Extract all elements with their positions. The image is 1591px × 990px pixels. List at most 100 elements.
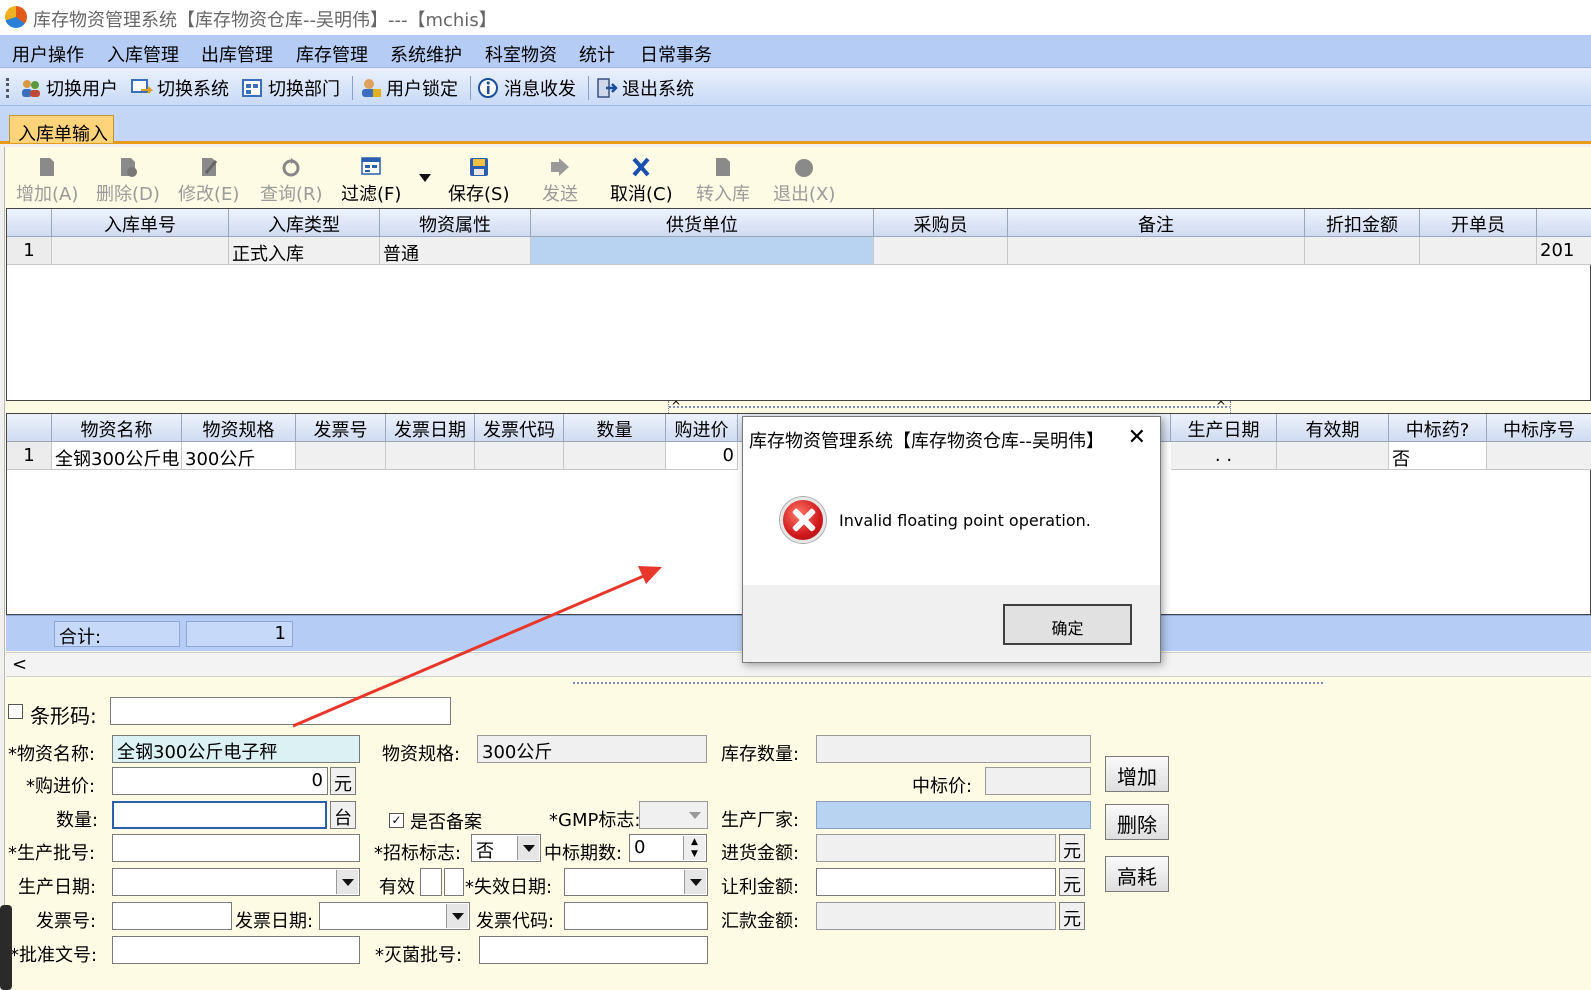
- column-header[interactable]: 数量: [564, 414, 666, 442]
- tab-inbound-entry[interactable]: 入库单输入: [9, 115, 114, 145]
- exit-button[interactable]: 退出(X): [773, 156, 835, 206]
- quantity-input[interactable]: [112, 801, 327, 829]
- query-button[interactable]: 查询(R): [260, 156, 323, 206]
- column-header[interactable]: 中标序号: [1487, 414, 1591, 442]
- table-cell[interactable]: 0: [666, 442, 738, 470]
- discount-amount-input[interactable]: [816, 868, 1056, 896]
- delete-button[interactable]: 删除(D): [96, 156, 160, 206]
- table-cell[interactable]: 300公斤: [182, 442, 296, 470]
- filter-button[interactable]: 过滤(F): [341, 156, 401, 206]
- send-button[interactable]: 发送: [542, 156, 578, 206]
- column-header[interactable]: 发票号: [296, 414, 386, 442]
- table-cell[interactable]: [1277, 442, 1389, 470]
- row-number[interactable]: 1: [7, 237, 52, 265]
- material-name-input[interactable]: 全钢300公斤电子秤: [112, 735, 360, 763]
- edit-button[interactable]: 修改(E): [178, 156, 239, 206]
- lock-user-button[interactable]: 用户锁定: [360, 75, 458, 101]
- bid-period-stepper[interactable]: 0 ▲ ▼: [629, 834, 707, 862]
- purchase-price-input[interactable]: 0: [112, 767, 328, 795]
- splitter-handle[interactable]: [573, 678, 1325, 688]
- column-header[interactable]: 物资名称: [52, 414, 182, 442]
- invoice-no-input[interactable]: [112, 902, 232, 930]
- record-checkbox[interactable]: ✓: [389, 813, 404, 828]
- receipt-grid[interactable]: 入库单号 入库类型 物资属性 供货单位 采购员 备注 折扣金额 开单员 1 正式…: [6, 208, 1591, 401]
- item-add-button[interactable]: 增加: [1105, 756, 1169, 792]
- column-header[interactable]: 物资属性: [380, 209, 531, 237]
- column-header[interactable]: 生产日期: [1171, 414, 1277, 442]
- spin-arrows-icon[interactable]: ▲ ▼: [683, 836, 705, 860]
- table-cell[interactable]: 201: [1537, 237, 1591, 265]
- menu-dept-materials[interactable]: 科室物资: [485, 41, 557, 67]
- purchase-amount-input[interactable]: [816, 834, 1056, 862]
- table-cell[interactable]: 正式入库: [229, 237, 380, 265]
- table-cell[interactable]: [1008, 237, 1305, 265]
- column-header[interactable]: 购进价: [666, 414, 738, 442]
- barcode-checkbox[interactable]: [8, 704, 23, 719]
- remit-amount-input[interactable]: [816, 902, 1056, 930]
- spec-input[interactable]: 300公斤: [477, 735, 707, 763]
- table-cell-selected[interactable]: [531, 237, 874, 265]
- table-cell[interactable]: 普通: [380, 237, 531, 265]
- approval-no-input[interactable]: [112, 936, 360, 964]
- table-cell[interactable]: [296, 442, 386, 470]
- column-header[interactable]: 物资规格: [182, 414, 296, 442]
- column-header[interactable]: 备注: [1008, 209, 1305, 237]
- sterile-batch-input[interactable]: [479, 936, 708, 964]
- switch-user-button[interactable]: 切换用户: [20, 75, 118, 101]
- table-cell[interactable]: [874, 237, 1008, 265]
- barcode-input[interactable]: [110, 697, 451, 725]
- column-header[interactable]: 供货单位: [531, 209, 874, 237]
- switch-department-button[interactable]: 切换部门: [242, 75, 340, 101]
- item-delete-button[interactable]: 删除: [1105, 804, 1169, 840]
- column-header[interactable]: 发票代码: [475, 414, 564, 442]
- column-header[interactable]: 开单员: [1420, 209, 1537, 237]
- toolbar-grip[interactable]: [6, 78, 9, 98]
- menu-statistics[interactable]: 统计: [579, 41, 615, 67]
- table-cell[interactable]: [1420, 237, 1537, 265]
- add-button[interactable]: 增加(A): [16, 156, 78, 206]
- bid-price-input[interactable]: [985, 767, 1091, 795]
- menu-inbound[interactable]: 入库管理: [107, 41, 179, 67]
- column-header[interactable]: 折扣金额: [1305, 209, 1420, 237]
- menu-daily[interactable]: 日常事务: [640, 41, 712, 67]
- column-header[interactable]: 发票日期: [386, 414, 475, 442]
- row-number[interactable]: 1: [7, 442, 52, 470]
- production-date-picker[interactable]: [112, 868, 360, 896]
- splitter-handle[interactable]: ^ ^: [668, 400, 1231, 413]
- column-header[interactable]: 入库单号: [52, 209, 229, 237]
- batch-no-input[interactable]: [112, 834, 360, 862]
- filter-dropdown-icon[interactable]: [419, 174, 431, 182]
- table-cell[interactable]: [1305, 237, 1420, 265]
- exit-system-button[interactable]: 退出系统: [596, 75, 694, 101]
- menu-outbound[interactable]: 出库管理: [201, 41, 273, 67]
- invoice-date-picker[interactable]: [319, 902, 470, 930]
- table-cell[interactable]: [564, 442, 666, 470]
- save-button[interactable]: 保存(S): [448, 156, 509, 206]
- close-icon[interactable]: ✕: [1128, 425, 1146, 450]
- valid-input-1[interactable]: [420, 868, 442, 896]
- table-cell[interactable]: [386, 442, 475, 470]
- transfer-inbound-button[interactable]: 转入库: [696, 156, 750, 206]
- bid-flag-select[interactable]: 否: [471, 834, 541, 862]
- stock-qty-input[interactable]: [816, 735, 1091, 763]
- gmp-select[interactable]: [639, 801, 708, 829]
- high-cost-button[interactable]: 高耗: [1105, 856, 1169, 892]
- manufacturer-input[interactable]: [816, 801, 1091, 829]
- column-header[interactable]: 中标药?: [1389, 414, 1487, 442]
- scroll-left-icon[interactable]: <: [12, 654, 27, 675]
- table-cell[interactable]: [1487, 442, 1591, 470]
- switch-system-button[interactable]: 切换系统: [131, 75, 229, 101]
- valid-input-2[interactable]: [444, 868, 464, 896]
- menu-system[interactable]: 系统维护: [390, 41, 462, 67]
- table-cell[interactable]: [52, 237, 229, 265]
- column-header[interactable]: 入库类型: [229, 209, 380, 237]
- table-cell[interactable]: 全钢300公斤电: [52, 442, 182, 470]
- expire-date-picker[interactable]: [564, 868, 708, 896]
- cancel-button[interactable]: 取消(C): [610, 156, 673, 206]
- menu-inventory[interactable]: 库存管理: [296, 41, 368, 67]
- table-cell[interactable]: [475, 442, 564, 470]
- table-cell[interactable]: . .: [1171, 442, 1277, 470]
- messages-button[interactable]: 消息收发: [478, 75, 576, 101]
- menu-user-ops[interactable]: 用户操作: [12, 41, 84, 67]
- ok-button[interactable]: 确定: [1003, 604, 1132, 645]
